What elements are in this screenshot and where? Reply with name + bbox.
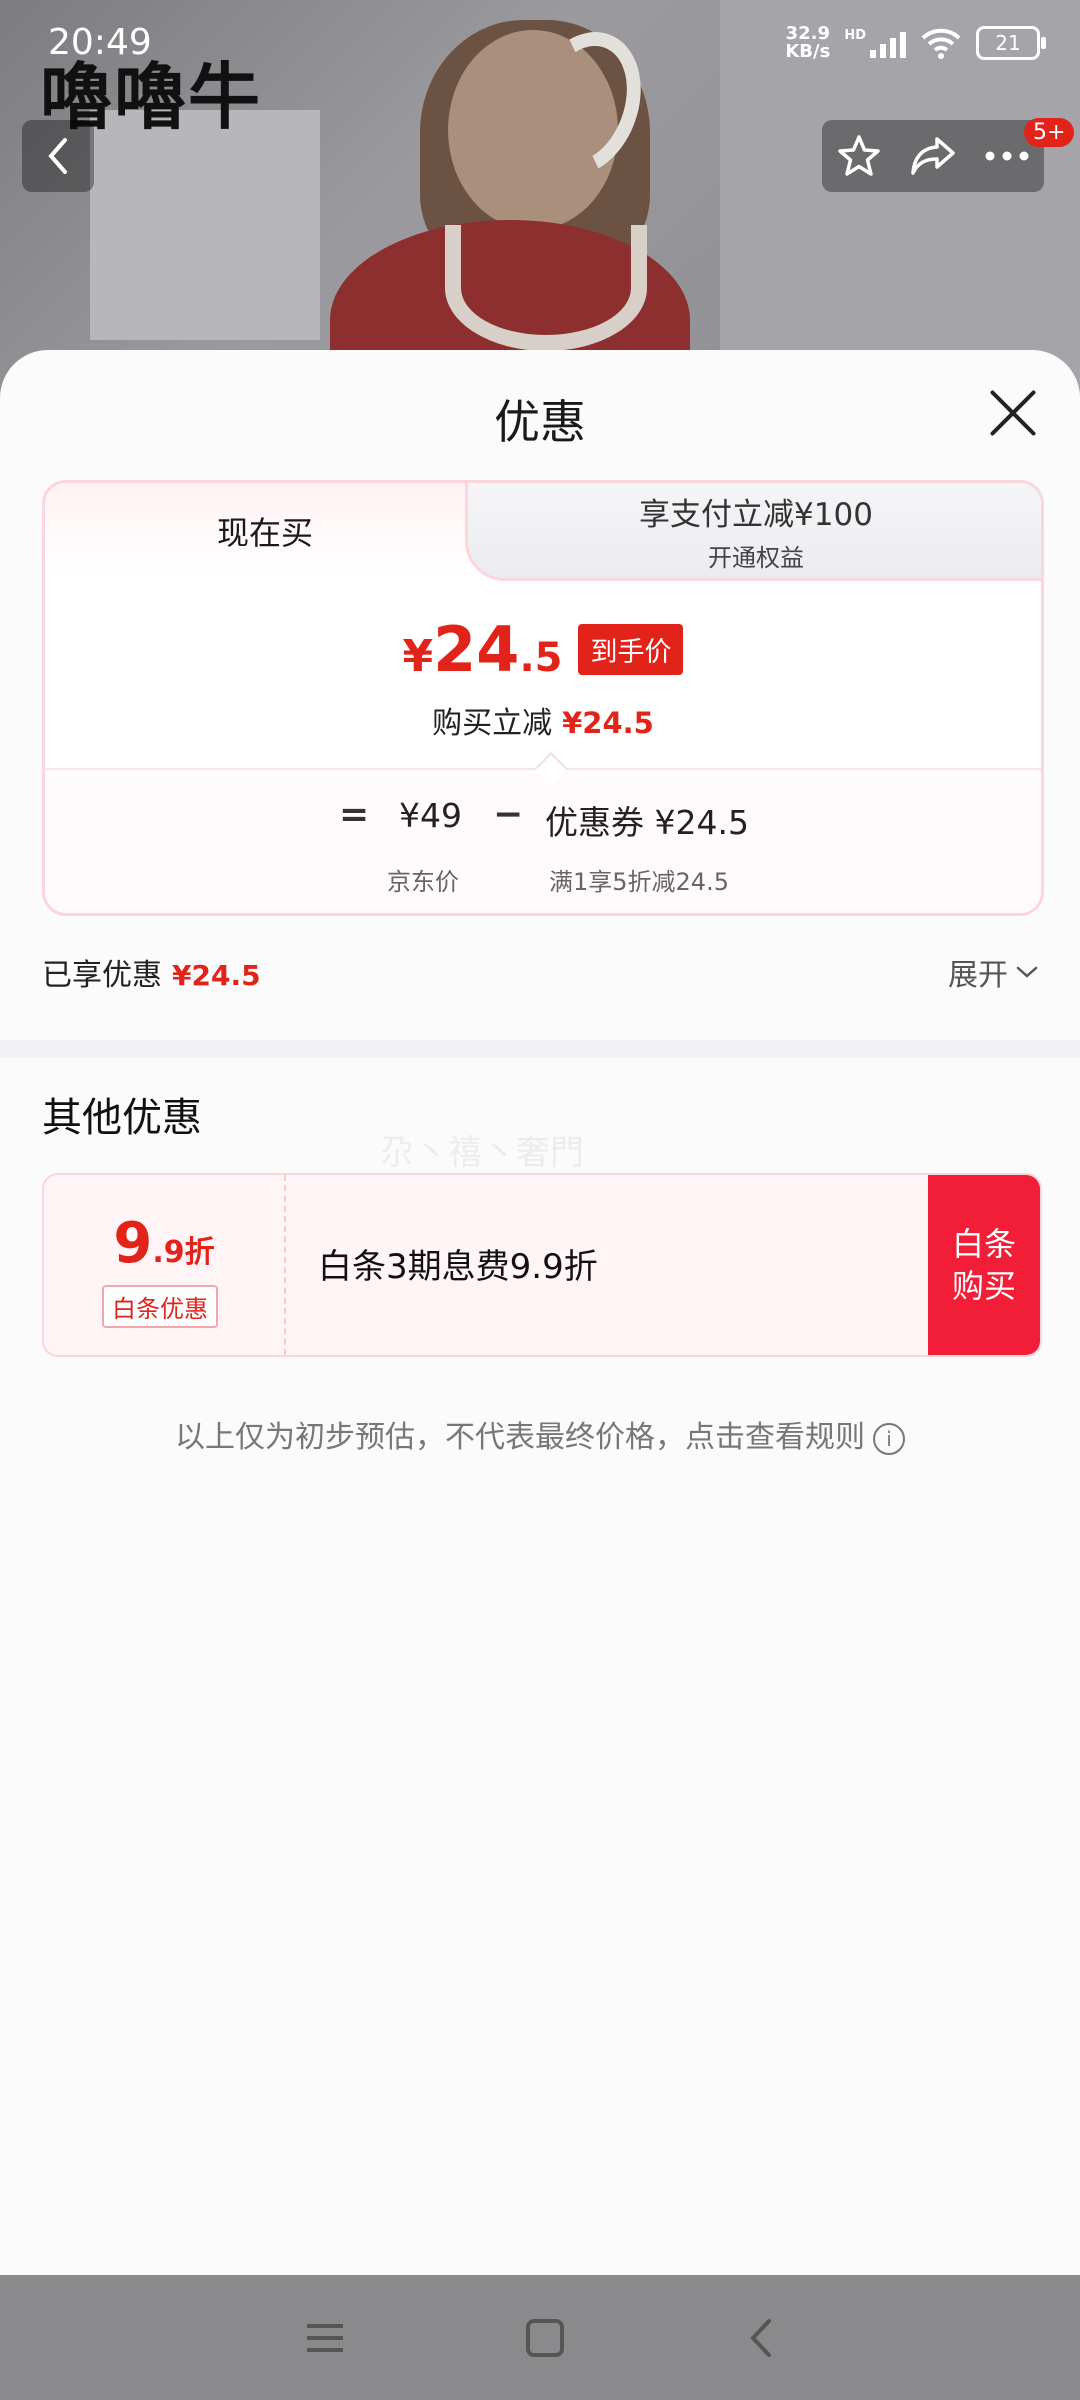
coupon-value: 优惠券 ¥24.5	[545, 803, 749, 842]
rules-note[interactable]: 以上仅为初步预估，不代表最终价格，点击查看规则 i	[0, 1412, 1080, 1456]
more-badge: 5+	[1024, 118, 1075, 147]
top-action-group	[822, 120, 1044, 192]
price-breakdown: = ¥49 京东价 − 优惠券 ¥24.5 满1享5折减24.5	[45, 768, 1041, 913]
jd-price-label: 京东价	[387, 868, 459, 896]
menu-icon[interactable]	[305, 2320, 345, 2356]
network-speed: 32.9 KB/s	[785, 23, 831, 62]
coupon-discount: 9.9折	[113, 1211, 215, 1276]
minus-sign: −	[493, 794, 524, 835]
discount-sheet: 优惠 现在买 享支付立减¥100 开通权益 ¥24.5 到手价 购买立减 ¥24.…	[0, 350, 1080, 2275]
final-price-tag: 到手价	[578, 624, 684, 675]
expand-label: 展开	[948, 958, 1008, 993]
chevron-down-icon	[1016, 966, 1038, 978]
tab-buy-now[interactable]: 现在买	[45, 483, 485, 578]
coupon-tag: 白条优惠	[102, 1285, 218, 1328]
status-time: 20:49	[48, 22, 152, 63]
system-nav-bar	[0, 2275, 1080, 2400]
section-divider	[0, 1040, 1080, 1058]
model-collar	[445, 225, 647, 351]
background-window	[90, 110, 320, 340]
home-icon[interactable]	[525, 2318, 565, 2358]
rules-note-text: 以上仅为初步预估，不代表最终价格，点击查看规则	[175, 1420, 865, 1455]
back-button[interactable]	[22, 120, 94, 192]
wifi-icon	[921, 28, 961, 59]
coupon-discount-area: 9.9折 白条优惠	[44, 1175, 286, 1355]
chevron-left-icon	[48, 138, 67, 174]
other-discounts-title: 其他优惠	[42, 1095, 202, 1141]
reduce-amount: ¥24.5	[562, 706, 654, 740]
jd-price: ¥49	[399, 796, 462, 835]
signal-icon: HD	[844, 28, 906, 58]
reduce-line: 购买立减 ¥24.5	[45, 698, 1041, 742]
enjoyed-amount: ¥24.5	[172, 959, 261, 992]
close-button[interactable]	[986, 386, 1040, 440]
baitiao-coupon: 9.9折 白条优惠 白条3期息费9.9折 白条 购买	[42, 1173, 1042, 1357]
faint-watermark: 尕丶禧丶奢門	[380, 1133, 584, 1173]
final-price-row: ¥24.5 到手价	[45, 613, 1041, 686]
equals-sign: =	[339, 794, 370, 835]
tab-pay-discount[interactable]: 享支付立减¥100 开通权益	[465, 483, 1041, 581]
enjoyed-discount: 已享优惠 ¥24.5	[42, 950, 261, 994]
sheet-title: 优惠	[494, 395, 586, 449]
pay-discount-label: 享支付立减¥100	[639, 496, 873, 533]
star-icon[interactable]	[836, 133, 882, 179]
more-icon[interactable]	[984, 150, 1030, 162]
final-price: ¥24.5	[402, 613, 563, 686]
baitiao-buy-button[interactable]: 白条 购买	[928, 1175, 1040, 1355]
info-icon: i	[873, 1422, 905, 1455]
enjoyed-label: 已享优惠	[42, 958, 162, 993]
reduce-label: 购买立减	[432, 706, 553, 741]
share-icon[interactable]	[909, 135, 957, 177]
price-card: 现在买 享支付立减¥100 开通权益 ¥24.5 到手价 购买立减 ¥24.5 =…	[42, 480, 1044, 916]
expand-button[interactable]: 展开	[948, 950, 1038, 994]
battery-icon: 21	[976, 26, 1046, 60]
coupon-rule: 满1享5折减24.5	[549, 868, 729, 896]
coupon-description: 白条3期息费9.9折	[318, 1247, 598, 1287]
back-nav-icon[interactable]	[745, 2317, 775, 2359]
pay-discount-sub: 开通权益	[708, 543, 804, 572]
status-icons: 32.9 KB/s HD 21	[785, 23, 1046, 62]
